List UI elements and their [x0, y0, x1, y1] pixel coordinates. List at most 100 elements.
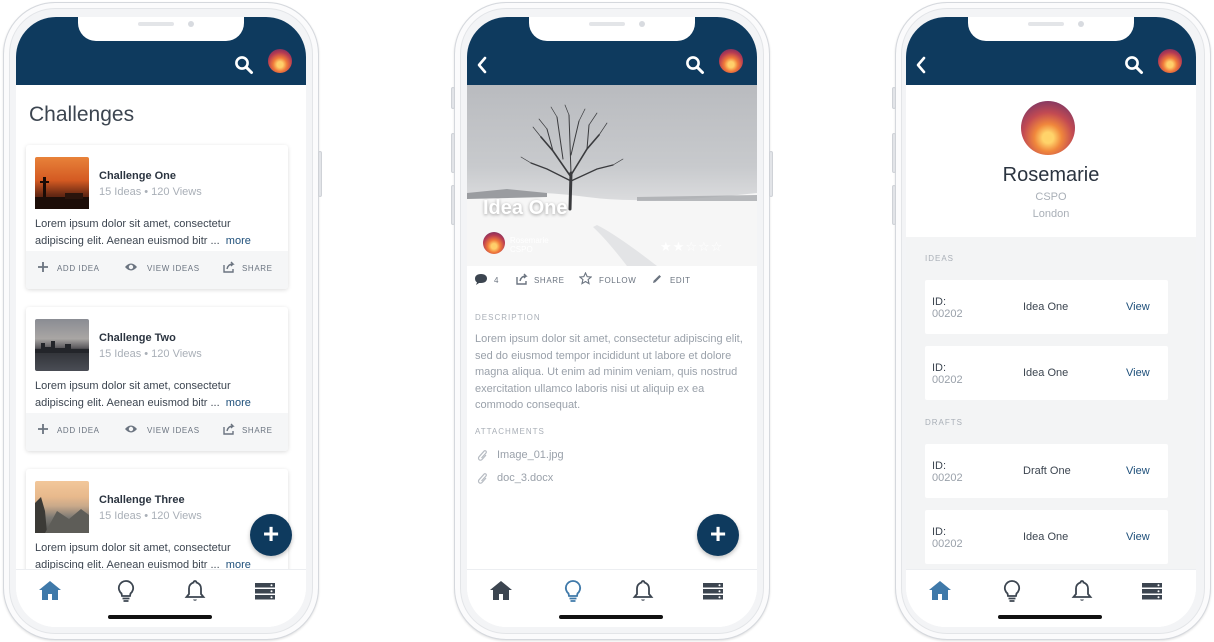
city-skyline-image — [35, 341, 89, 353]
lightbulb-icon[interactable] — [999, 578, 1025, 604]
bottom-nav — [467, 569, 757, 627]
profile-avatar[interactable] — [1021, 101, 1075, 155]
search-icon[interactable] — [234, 55, 254, 75]
bell-icon[interactable] — [630, 578, 656, 604]
item-id-label: ID: — [932, 296, 947, 308]
item-name: Idea One — [1023, 531, 1069, 543]
avatar[interactable] — [268, 49, 292, 73]
view-ideas-button[interactable]: VIEW IDEAS — [147, 426, 200, 435]
challenge-card[interactable]: Challenge Two 15 Ideas • 120 Views Lorem… — [26, 307, 288, 451]
avatar[interactable] — [719, 49, 743, 73]
star-filled-icon[interactable]: ★ — [673, 239, 686, 254]
plus-icon[interactable] — [37, 261, 49, 273]
item-id-value: 00202 — [932, 538, 963, 550]
challenge-title[interactable]: Challenge One — [99, 170, 176, 182]
top-bar — [906, 17, 1196, 85]
camera — [639, 21, 645, 27]
star-rating[interactable]: ★★☆☆☆ — [660, 239, 723, 255]
share-button[interactable]: SHARE — [242, 426, 273, 435]
ideas-label: IDEAS — [925, 254, 955, 263]
challenge-description: Lorem ipsum dolor sit amet, consectetur … — [35, 378, 281, 412]
side-button — [892, 185, 896, 225]
item-id-value: 00202 — [932, 472, 963, 484]
speaker — [138, 22, 174, 26]
challenge-card[interactable]: Challenge One 15 Ideas • 120 Views Lorem… — [26, 145, 288, 289]
add-fab[interactable]: + — [697, 514, 739, 556]
phone-idea-detail: Idea One Rosemarie CSPO ★★☆☆☆ 4 SHARE FO… — [451, 2, 773, 640]
server-icon[interactable] — [252, 578, 278, 604]
speaker — [1028, 22, 1064, 26]
share-icon[interactable] — [516, 273, 528, 285]
home-icon[interactable] — [37, 578, 63, 604]
lightbulb-icon[interactable] — [113, 578, 139, 604]
challenge-title[interactable]: Challenge Two — [99, 332, 176, 344]
add-idea-button[interactable]: ADD IDEA — [57, 426, 100, 435]
server-icon[interactable] — [700, 578, 726, 604]
view-link[interactable]: View — [1126, 301, 1150, 313]
list-item[interactable]: ID: 00202 Draft One View — [925, 444, 1168, 498]
view-link[interactable]: View — [1126, 367, 1150, 379]
attachment-link[interactable]: doc_3.docx — [497, 472, 553, 484]
list-item[interactable]: ID: 00202 Idea One View — [925, 346, 1168, 400]
home-indicator — [108, 615, 212, 619]
bottom-nav — [16, 569, 306, 627]
share-icon[interactable] — [223, 261, 235, 273]
item-name: Idea One — [1023, 367, 1069, 379]
share-icon[interactable] — [223, 423, 235, 435]
more-link[interactable]: more — [226, 397, 251, 409]
item-id: ID: 00202 — [932, 460, 963, 484]
comment-icon[interactable] — [474, 273, 488, 285]
view-link[interactable]: View — [1126, 465, 1150, 477]
item-id-label: ID: — [932, 526, 947, 538]
star-empty-icon[interactable]: ☆ — [685, 239, 698, 254]
eye-icon[interactable] — [124, 423, 138, 435]
attachments-label: ATTACHMENTS — [475, 427, 545, 436]
home-icon[interactable] — [927, 578, 953, 604]
follow-button[interactable]: FOLLOW — [599, 276, 636, 285]
search-icon[interactable] — [685, 55, 705, 75]
attachment-link[interactable]: Image_01.jpg — [497, 449, 564, 461]
item-name: Idea One — [1023, 301, 1069, 313]
author-avatar[interactable] — [483, 232, 505, 254]
pencil-icon[interactable] — [651, 273, 663, 285]
add-idea-button[interactable]: ADD IDEA — [57, 264, 100, 273]
home-icon[interactable] — [488, 578, 514, 604]
challenge-title[interactable]: Challenge Three — [99, 494, 185, 506]
star-outline-icon[interactable] — [579, 272, 592, 285]
page-title: Challenges — [29, 103, 135, 126]
star-empty-icon[interactable]: ☆ — [711, 239, 724, 254]
avatar[interactable] — [1158, 49, 1182, 73]
chevron-left-icon[interactable] — [475, 55, 489, 75]
notch — [529, 17, 695, 41]
view-ideas-button[interactable]: VIEW IDEAS — [147, 264, 200, 273]
description-text: Lorem ipsum dolor sit amet, consectetur … — [35, 380, 231, 409]
share-button[interactable]: SHARE — [242, 264, 273, 273]
more-link[interactable]: more — [226, 235, 251, 247]
share-button[interactable]: SHARE — [534, 276, 565, 285]
notch — [968, 17, 1134, 41]
top-bar — [16, 17, 306, 85]
list-item[interactable]: ID: 00202 Idea One View — [925, 280, 1168, 334]
plus-icon[interactable] — [37, 423, 49, 435]
edit-button[interactable]: EDIT — [670, 276, 691, 285]
add-challenge-fab[interactable]: + — [250, 514, 292, 556]
list-item[interactable]: ID: 00202 Idea One View — [925, 510, 1168, 564]
bell-icon[interactable] — [1069, 578, 1095, 604]
eye-icon[interactable] — [124, 261, 138, 273]
bell-icon[interactable] — [182, 578, 208, 604]
lightbulb-icon[interactable] — [560, 578, 586, 604]
search-icon[interactable] — [1124, 55, 1144, 75]
star-empty-icon[interactable]: ☆ — [698, 239, 711, 254]
view-link[interactable]: View — [1126, 531, 1150, 543]
idea-hero-image: Idea One Rosemarie CSPO ★★☆☆☆ — [467, 85, 757, 266]
chevron-left-icon[interactable] — [914, 55, 928, 75]
paperclip-icon — [477, 473, 487, 484]
profile-name: Rosemarie — [1002, 164, 1100, 186]
challenge-meta: 15 Ideas • 120 Views — [99, 510, 202, 522]
star-filled-icon[interactable]: ★ — [660, 239, 673, 254]
server-icon[interactable] — [1139, 578, 1165, 604]
challenges-screen: Challenges Challenge One 15 Ideas • 120 … — [16, 17, 306, 627]
mountain-image — [35, 497, 89, 533]
profile-location: London — [1032, 208, 1070, 220]
item-name: Draft One — [1023, 465, 1071, 477]
